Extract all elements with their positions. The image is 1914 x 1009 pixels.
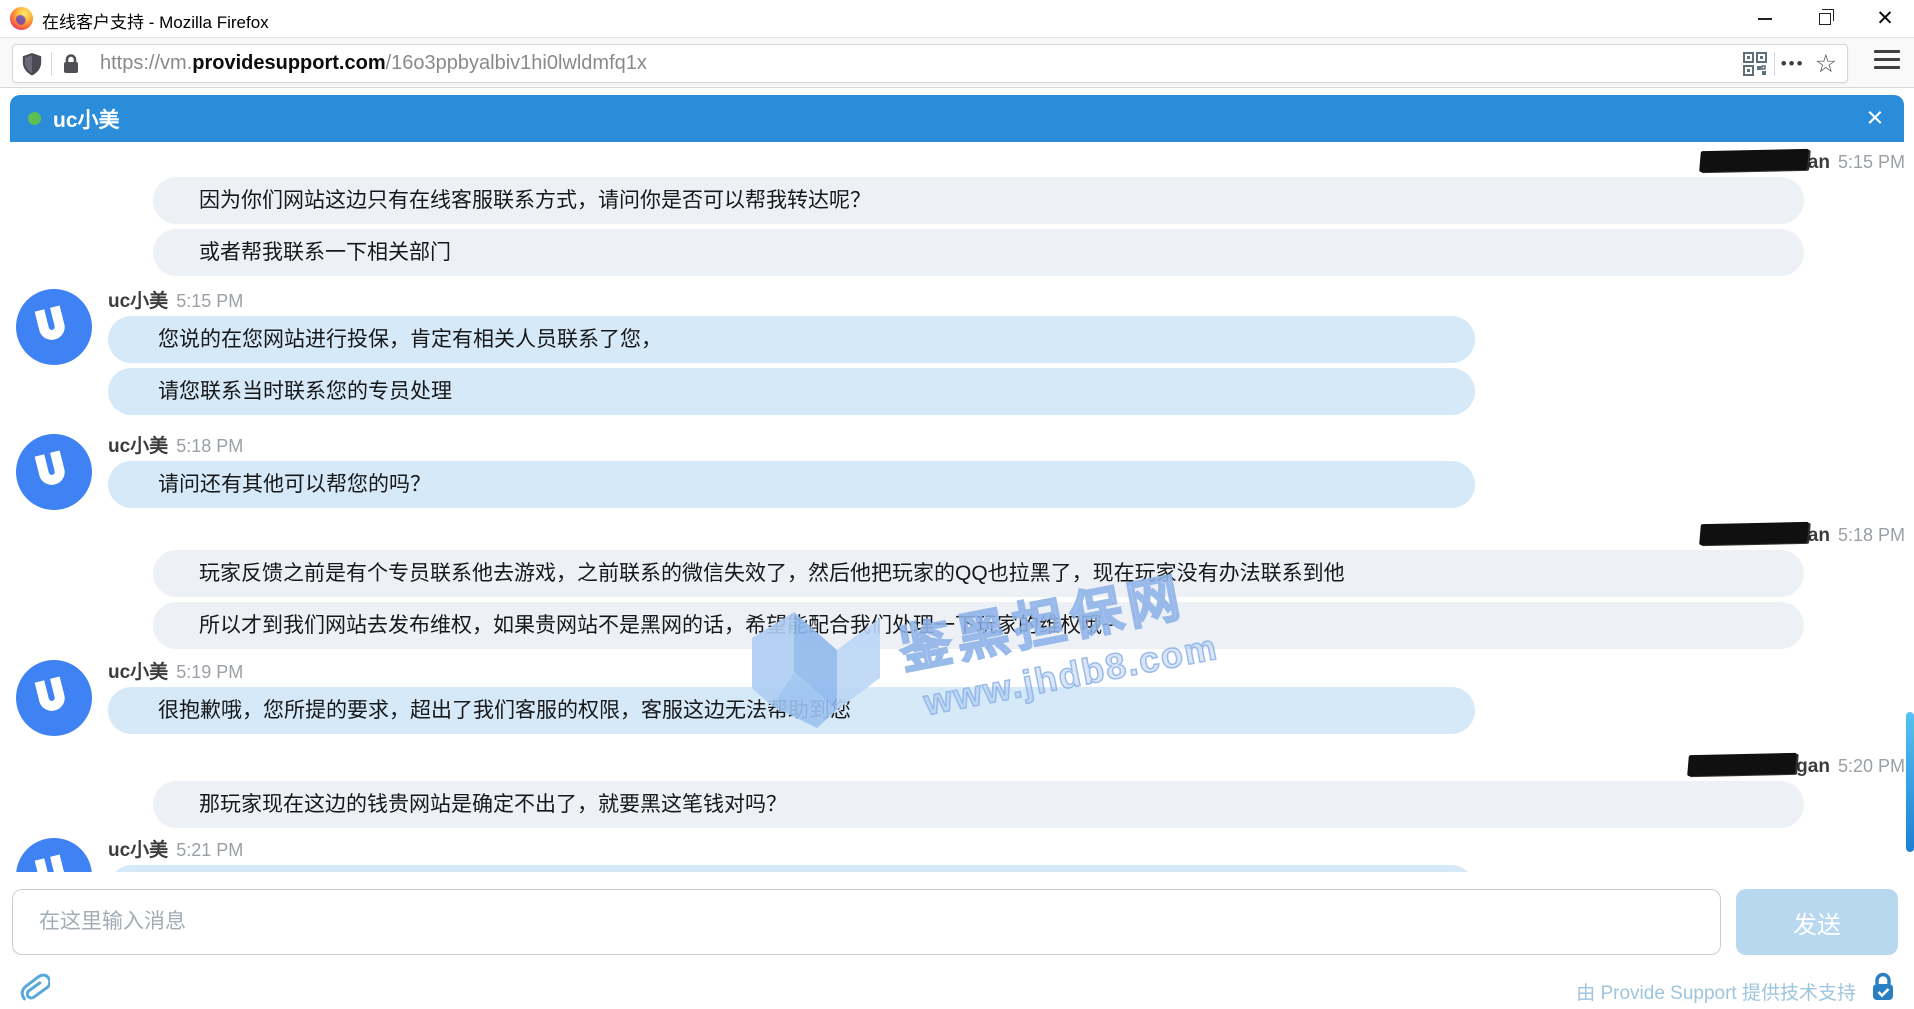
firefox-window: 在线客户支持 - Mozilla Firefox ✕ https://vm.pr… bbox=[0, 0, 1914, 1009]
browser-toolbar: https://vm.providesupport.com/16o3ppbyal… bbox=[0, 37, 1914, 88]
message-meta: an 5:18 PM bbox=[0, 523, 1914, 547]
menu-hamburger-icon[interactable] bbox=[1874, 50, 1900, 69]
message-meta: uc小美 5:18 PM bbox=[108, 434, 1914, 458]
message-group-visitor: gan 5:20 PM 那玩家现在这边的钱贵网站是确定不出了，就要黑这笔钱对吗？ bbox=[0, 754, 1914, 828]
send-button[interactable]: 发送 bbox=[1736, 889, 1898, 955]
operator-avatar bbox=[16, 289, 92, 365]
timestamp: 5:18 PM bbox=[176, 436, 243, 456]
window-title: 在线客户支持 - Mozilla Firefox bbox=[42, 8, 269, 33]
firefox-icon bbox=[10, 7, 33, 30]
timestamp: 5:18 PM bbox=[1838, 525, 1905, 545]
visitor-message-bubble: 那玩家现在这边的钱贵网站是确定不出了，就要黑这笔钱对吗？ bbox=[153, 781, 1804, 828]
operator-name: uc小美 bbox=[108, 662, 168, 683]
redacted-visitor-name bbox=[1699, 522, 1809, 545]
visitor-message-bubble: 或者帮我联系一下相关部门 bbox=[153, 229, 1804, 276]
timestamp: 5:15 PM bbox=[1838, 152, 1905, 172]
operator-message-bubble: 请问还有其他可以帮您的吗？ bbox=[108, 461, 1475, 508]
message-group-operator: uc小美 5:19 PM 很抱歉哦，您所提的要求，超出了我们客服的权限，客服这边无法… bbox=[0, 660, 1914, 734]
timestamp: 5:20 PM bbox=[1838, 756, 1905, 776]
window-titlebar: 在线客户支持 - Mozilla Firefox ✕ bbox=[0, 0, 1914, 37]
operator-name: uc小美 bbox=[108, 291, 168, 312]
uc-logo-icon bbox=[35, 305, 68, 342]
visitor-message-bubble: 玩家反馈之前是有个专员联系他去游戏，之前联系的微信失效了，然后他把玩家的QQ也拉… bbox=[153, 550, 1804, 597]
timestamp: 5:21 PM bbox=[176, 840, 243, 860]
visitor-message-bubble: 所以才到我们网站去发布维权，如果贵网站不是黑网的话，希望能配合我们处理一下玩家的… bbox=[153, 602, 1804, 649]
uc-logo-icon bbox=[35, 676, 68, 713]
visitor-message-bubble: 因为你们网站这边只有在线客服联系方式，请问你是否可以帮我转达呢？ bbox=[153, 177, 1804, 224]
qr-page-action-icon[interactable] bbox=[1736, 45, 1774, 82]
operator-message-bubble: 您说的在您网站进行投保，肯定有相关人员联系了您， bbox=[108, 316, 1475, 363]
operator-avatar bbox=[16, 434, 92, 510]
timestamp: 5:19 PM bbox=[176, 662, 243, 682]
chat-agent-name: uc小美 bbox=[53, 104, 120, 134]
shield-icon[interactable] bbox=[13, 45, 51, 82]
url-text[interactable]: https://vm.providesupport.com/16o3ppbyal… bbox=[100, 52, 1736, 75]
message-group-operator: uc小美 5:18 PM 请问还有其他可以帮您的吗？ bbox=[0, 434, 1914, 508]
restore-button[interactable] bbox=[1796, 0, 1854, 37]
chat-header: uc小美 × bbox=[10, 95, 1904, 142]
composer-panel: 发送 由 Provide Support 提供技术支持 bbox=[0, 872, 1914, 1009]
operator-name: uc小美 bbox=[108, 436, 168, 457]
message-meta: uc小美 5:19 PM bbox=[108, 660, 1914, 684]
scrollbar-thumb[interactable] bbox=[1906, 712, 1914, 852]
timestamp: 5:15 PM bbox=[176, 291, 243, 311]
operator-message-bubble: 请您联系当时联系您的专员处理 bbox=[108, 368, 1475, 415]
bookmark-star-icon[interactable]: ☆ bbox=[1811, 49, 1847, 79]
message-meta: gan 5:20 PM bbox=[0, 754, 1914, 778]
chat-close-icon[interactable]: × bbox=[1860, 104, 1890, 134]
powered-by-label[interactable]: 由 Provide Support 提供技术支持 bbox=[1576, 978, 1856, 1005]
visitor-name-suffix: an bbox=[1808, 152, 1830, 173]
uc-logo-icon bbox=[35, 450, 68, 487]
online-status-dot bbox=[28, 112, 41, 125]
visitor-name-suffix: an bbox=[1808, 525, 1830, 546]
message-group-operator: uc小美 5:15 PM 您说的在您网站进行投保，肯定有相关人员联系了您， 请您联系当… bbox=[0, 289, 1914, 415]
window-close-button[interactable]: ✕ bbox=[1856, 0, 1914, 37]
message-meta: uc小美 5:21 PM bbox=[108, 838, 1914, 862]
message-list: an 5:15 PM 因为你们网站这边只有在线客服联系方式，请问你是否可以帮我转达呢… bbox=[0, 142, 1914, 912]
redacted-visitor-name bbox=[1687, 753, 1797, 776]
secure-lock-icon bbox=[1870, 972, 1896, 1002]
lock-icon[interactable] bbox=[52, 45, 90, 82]
visitor-name-suffix: gan bbox=[1796, 756, 1830, 777]
redacted-visitor-name bbox=[1699, 149, 1809, 172]
operator-avatar bbox=[16, 660, 92, 736]
url-bar[interactable]: https://vm.providesupport.com/16o3ppbyal… bbox=[12, 44, 1848, 83]
message-meta: an 5:15 PM bbox=[0, 150, 1914, 174]
message-group-visitor: an 5:15 PM 因为你们网站这边只有在线客服联系方式，请问你是否可以帮我转达呢… bbox=[0, 150, 1914, 276]
page-actions-icon[interactable]: ••• bbox=[1775, 54, 1811, 74]
operator-name: uc小美 bbox=[108, 840, 168, 861]
minimize-button[interactable] bbox=[1736, 0, 1794, 37]
attachment-paperclip-icon[interactable] bbox=[16, 970, 50, 1006]
operator-message-bubble: 很抱歉哦，您所提的要求，超出了我们客服的权限，客服这边无法帮助到您 bbox=[108, 687, 1475, 734]
message-meta: uc小美 5:15 PM bbox=[108, 289, 1914, 313]
message-input[interactable] bbox=[12, 889, 1721, 955]
message-group-visitor: an 5:18 PM 玩家反馈之前是有个专员联系他去游戏，之前联系的微信失效了，然后… bbox=[0, 523, 1914, 649]
